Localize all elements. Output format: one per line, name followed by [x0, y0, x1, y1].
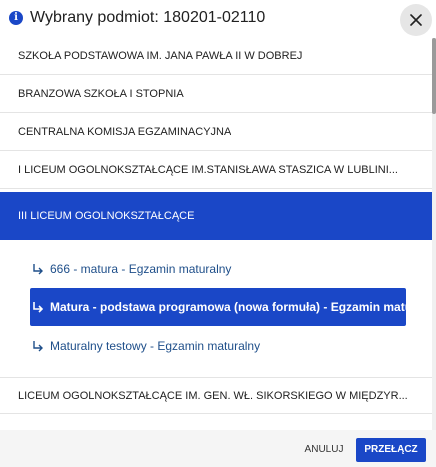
exam-item-selected[interactable]: Matura - podstawa programowa (nowa formu… — [30, 288, 406, 326]
subitem-arrow-icon — [33, 264, 43, 275]
select-entity-dialog: i Wybrany podmiot: 180201-02110 SZKOŁA P… — [0, 0, 436, 467]
list-item-label: I LICEUM OGOLNOKSZTAŁCĄCE IM.STANISŁAWA … — [18, 164, 398, 176]
dialog-header: i Wybrany podmiot: 180201-02110 — [0, 0, 436, 38]
switch-button[interactable]: PRZEŁĄCZ — [356, 438, 426, 462]
list-item[interactable]: SZKOŁA PODSTAWOWA IM. JANA PAWŁA II W DO… — [0, 38, 432, 75]
entity-list: SZKOŁA PODSTAWOWA IM. JANA PAWŁA II W DO… — [0, 38, 432, 430]
list-item[interactable]: CENTRALNA KOMISJA EGZAMINACYJNA — [0, 114, 432, 151]
cancel-button[interactable]: ANULUJ — [298, 438, 350, 462]
list-item[interactable]: I LICEUM OGOLNOKSZTAŁCĄCE IM.STANISŁAWA … — [0, 152, 432, 189]
list-item-label: BRANZOWA SZKOŁA I STOPNIA — [18, 88, 184, 100]
exam-item[interactable]: Maturalny testowy - Egzamin maturalny — [30, 331, 406, 361]
list-item[interactable]: LICEUM OGOLNOKSZTAŁCĄCE IM. GEN. WŁ. SIK… — [0, 377, 432, 414]
exam-item-label: Matura - podstawa programowa (nowa formu… — [50, 300, 406, 314]
subitem-arrow-icon — [33, 341, 43, 352]
close-icon — [410, 14, 422, 26]
exam-item-label: Maturalny testowy - Egzamin maturalny — [50, 339, 261, 353]
dialog-footer: ANULUJ PRZEŁĄCZ — [0, 430, 436, 467]
list-item-selected[interactable]: III LICEUM OGOLNOKSZTAŁCĄCE — [0, 192, 432, 240]
info-icon: i — [9, 11, 23, 25]
subitem-arrow-icon — [33, 302, 44, 313]
list-item-label: CENTRALNA KOMISJA EGZAMINACYJNA — [18, 126, 232, 138]
list-item-label: LICEUM OGOLNOKSZTAŁCĄCE IM. GEN. WŁ. SIK… — [18, 390, 408, 402]
close-button[interactable] — [400, 4, 432, 36]
list-scrollbar[interactable] — [432, 38, 436, 430]
scrollbar-thumb[interactable] — [432, 38, 436, 114]
exam-item[interactable]: 666 - matura - Egzamin maturalny — [30, 254, 406, 284]
list-item[interactable]: BRANZOWA SZKOŁA I STOPNIA — [0, 76, 432, 113]
dialog-title: Wybrany podmiot: 180201-02110 — [30, 9, 266, 26]
list-item-label: III LICEUM OGOLNOKSZTAŁCĄCE — [18, 210, 195, 222]
list-item-label: SZKOŁA PODSTAWOWA IM. JANA PAWŁA II W DO… — [18, 50, 303, 62]
exam-item-label: 666 - matura - Egzamin maturalny — [50, 262, 232, 276]
